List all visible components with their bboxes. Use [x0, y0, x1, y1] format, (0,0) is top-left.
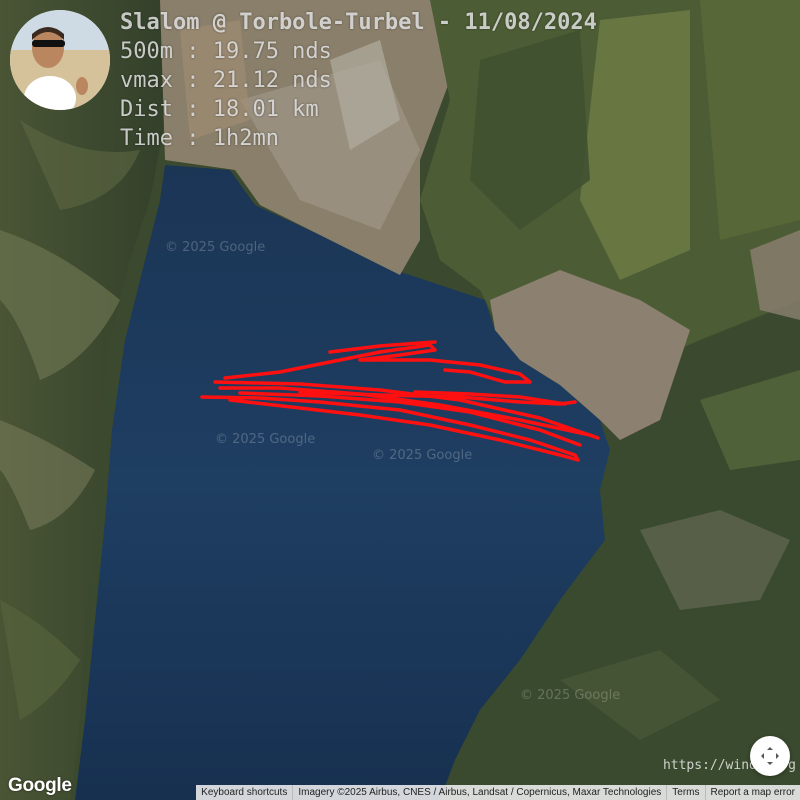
map-watermark: © 2025 Google [215, 432, 316, 447]
fullscreen-icon [761, 747, 779, 765]
map-watermark: © 2025 Google [165, 240, 266, 255]
max-speed: vmax : 21.12 nds [120, 68, 332, 93]
duration: Time : 1h2mn [120, 126, 279, 151]
fullscreen-button[interactable] [750, 736, 790, 776]
avatar [10, 10, 110, 110]
speed-500m: 500m : 19.75 nds [120, 39, 332, 64]
google-logo: Google [8, 775, 72, 796]
map-view[interactable]: Slalom @ Torbole-Turbel - 11/08/2024 500… [0, 0, 800, 800]
activity-title: Slalom @ Torbole-Turbel - 11/08/2024 [120, 10, 597, 35]
map-attribution: Keyboard shortcuts Imagery ©2025 Airbus,… [196, 785, 800, 800]
map-watermark: © 2025 Google [520, 688, 621, 703]
imagery-credit: Imagery ©2025 Airbus, CNES / Airbus, Lan… [292, 785, 667, 800]
keyboard-shortcuts-link[interactable]: Keyboard shortcuts [196, 785, 293, 800]
map-watermark: © 2025 Google [372, 448, 473, 463]
activity-stats: Slalom @ Torbole-Turbel - 11/08/2024 500… [120, 8, 597, 153]
distance: Dist : 18.01 km [120, 97, 319, 122]
report-error-link[interactable]: Report a map error [704, 785, 800, 800]
terms-link[interactable]: Terms [666, 785, 705, 800]
profile-photo-icon [10, 10, 110, 110]
